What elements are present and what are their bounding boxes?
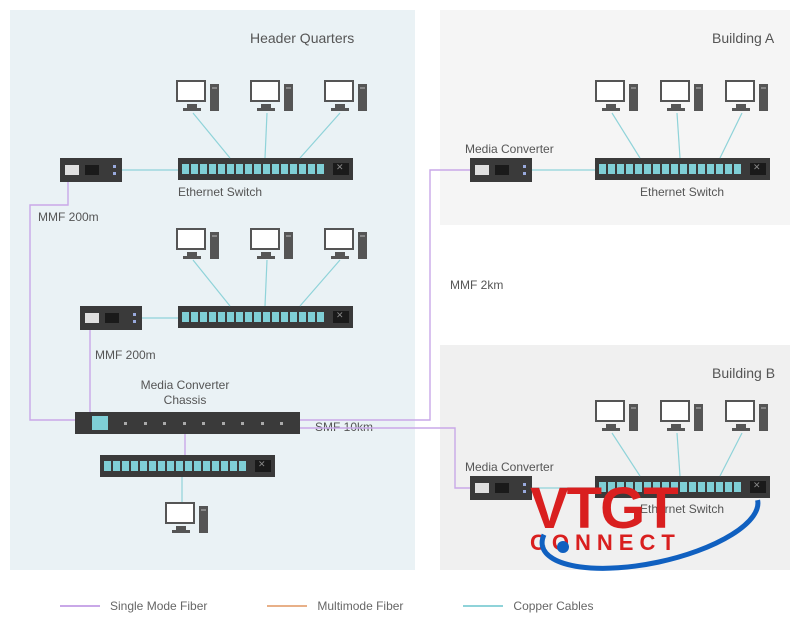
pc-icon	[324, 228, 366, 270]
legend-swatch-copper	[463, 605, 503, 607]
legend-label-mmf: Multimode Fiber	[317, 599, 403, 613]
pc-icon	[725, 80, 767, 122]
pc-icon	[595, 400, 637, 442]
label-mmf-200m: MMF 200m	[38, 210, 99, 224]
pc-icon	[165, 502, 207, 544]
ethernet-switch-icon	[595, 476, 770, 498]
label-chassis-l2: Chassis	[120, 393, 250, 407]
pc-icon	[595, 80, 637, 122]
label-ethernet-switch-b: Ethernet Switch	[640, 502, 724, 516]
pc-icon	[176, 80, 218, 122]
ethernet-switch-icon	[595, 158, 770, 180]
label-smf-10km: SMF 10km	[315, 420, 373, 434]
pc-icon	[660, 400, 702, 442]
legend-item-smf: Single Mode Fiber	[60, 599, 207, 613]
label-mmf-200m-2: MMF 200m	[95, 348, 156, 362]
legend-label-copper: Copper Cables	[513, 599, 593, 613]
ethernet-switch-icon	[100, 455, 275, 477]
label-media-converter-b: Media Converter	[465, 460, 554, 474]
media-converter-icon	[470, 476, 532, 500]
media-converter-icon	[60, 158, 122, 182]
pc-icon	[176, 228, 218, 270]
ethernet-switch-icon	[178, 158, 353, 180]
legend-label-smf: Single Mode Fiber	[110, 599, 207, 613]
media-converter-icon	[80, 306, 142, 330]
pc-icon	[725, 400, 767, 442]
media-converter-icon	[470, 158, 532, 182]
pc-icon	[250, 228, 292, 270]
ethernet-switch-icon	[178, 306, 353, 328]
legend: Single Mode Fiber Multimode Fiber Copper…	[60, 599, 593, 613]
legend-item-copper: Copper Cables	[463, 599, 593, 613]
legend-swatch-smf	[60, 605, 100, 607]
zone-title-hq: Header Quarters	[250, 30, 354, 46]
label-media-converter-a: Media Converter	[465, 142, 554, 156]
label-ethernet-switch-a: Ethernet Switch	[640, 185, 724, 199]
pc-icon	[660, 80, 702, 122]
legend-item-mmf: Multimode Fiber	[267, 599, 403, 613]
pc-icon	[250, 80, 292, 122]
zone-title-b: Building B	[712, 365, 775, 381]
label-chassis-l1: Media Converter	[120, 378, 250, 392]
label-mmf-2km: MMF 2km	[450, 278, 503, 292]
pc-icon	[324, 80, 366, 122]
zone-title-a: Building A	[712, 30, 774, 46]
legend-swatch-mmf	[267, 605, 307, 607]
label-ethernet-switch: Ethernet Switch	[178, 185, 262, 199]
media-converter-chassis-icon	[75, 412, 300, 434]
